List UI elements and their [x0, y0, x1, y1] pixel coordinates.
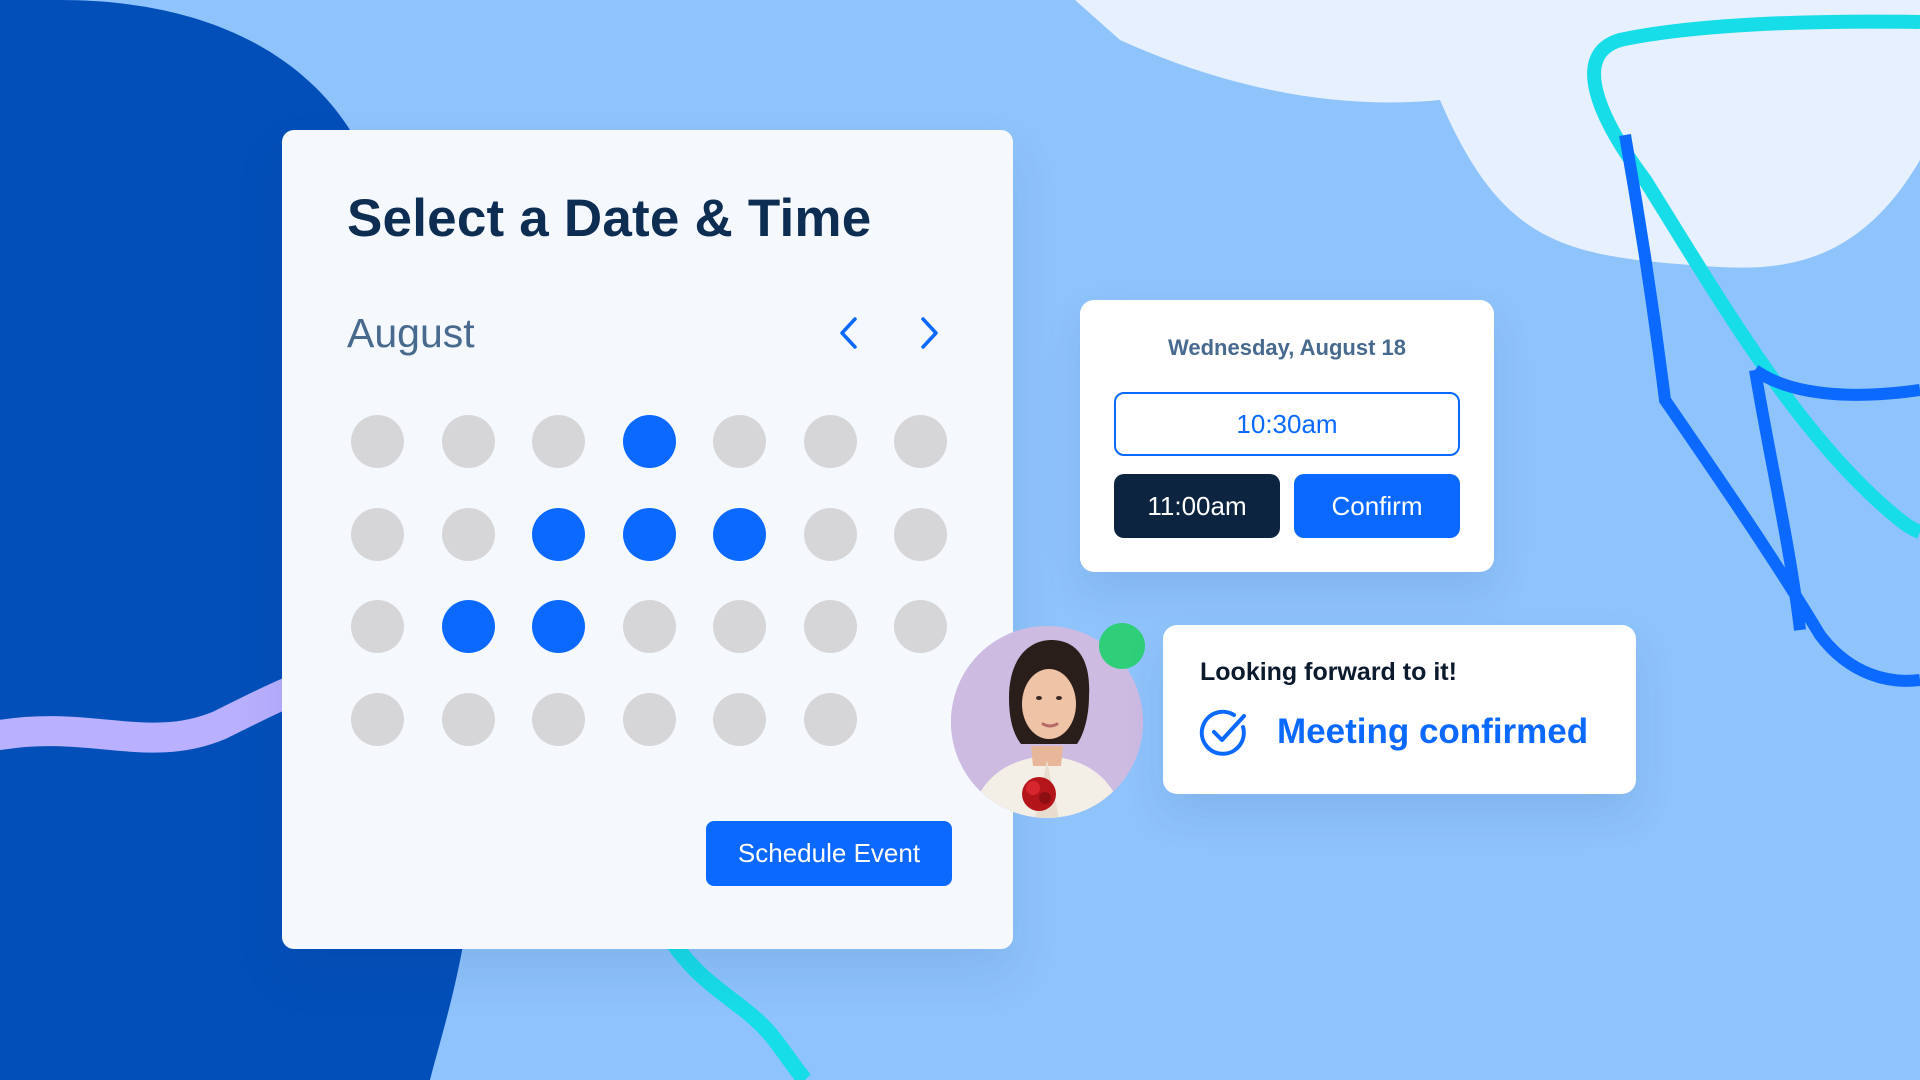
unavailable-day: [441, 415, 495, 468]
cyan-wave: [658, 925, 811, 1080]
available-day[interactable]: [622, 507, 676, 561]
selected-time-slot-button[interactable]: 11:00am: [1114, 474, 1280, 538]
unavailable-day: [803, 415, 857, 468]
available-day[interactable]: [622, 415, 676, 468]
unavailable-day: [713, 415, 766, 468]
available-day[interactable]: [532, 600, 585, 653]
meeting-status: Meeting confirmed: [1277, 712, 1589, 751]
available-day[interactable]: [441, 600, 495, 653]
confirmation-card: Looking forward to it! Meeting confirmed: [1163, 625, 1636, 794]
unavailable-day: [351, 600, 404, 653]
available-day[interactable]: [532, 507, 585, 561]
unavailable-day: [803, 600, 857, 653]
chevron-right-icon: [921, 317, 938, 349]
unavailable-day: [622, 600, 676, 653]
unavailable-day: [532, 692, 585, 746]
chevron-left-icon: [840, 317, 857, 349]
confirm-button[interactable]: Confirm: [1294, 474, 1460, 538]
unavailable-day: [803, 692, 857, 746]
unavailable-day: [713, 600, 766, 653]
page-title: Select a Date & Time: [347, 189, 872, 248]
light-cloud-shape: [1075, 0, 1920, 268]
unavailable-day: [622, 692, 676, 746]
day-grid: [351, 415, 947, 746]
schedule-event-button[interactable]: Schedule Event: [706, 821, 952, 886]
calendar-card: Select a Date & Time August Schedule Eve…: [282, 130, 1013, 949]
month-label: August: [347, 310, 475, 356]
unavailable-day: [441, 507, 495, 561]
unavailable-day: [803, 507, 857, 561]
unavailable-day: [441, 692, 495, 746]
online-status-indicator: [1099, 623, 1145, 669]
unavailable-day: [894, 415, 947, 468]
time-picker-card: Wednesday, August 18 10:30am 11:00am Con…: [1080, 300, 1494, 572]
unavailable-day: [894, 600, 947, 653]
previous-month-button[interactable]: [824, 308, 874, 358]
time-slot-button[interactable]: 10:30am: [1114, 392, 1460, 456]
confirmation-message: Looking forward to it!: [1200, 658, 1457, 686]
available-day[interactable]: [713, 507, 766, 561]
unavailable-day: [351, 415, 404, 468]
unavailable-day: [351, 692, 404, 746]
unavailable-day: [351, 507, 404, 561]
next-month-button[interactable]: [904, 308, 954, 358]
unavailable-day: [532, 415, 585, 468]
check-circle-icon: [1199, 709, 1246, 756]
selected-date-label: Wednesday, August 18: [1168, 335, 1406, 360]
unavailable-day: [713, 692, 766, 746]
unavailable-day: [894, 507, 947, 561]
